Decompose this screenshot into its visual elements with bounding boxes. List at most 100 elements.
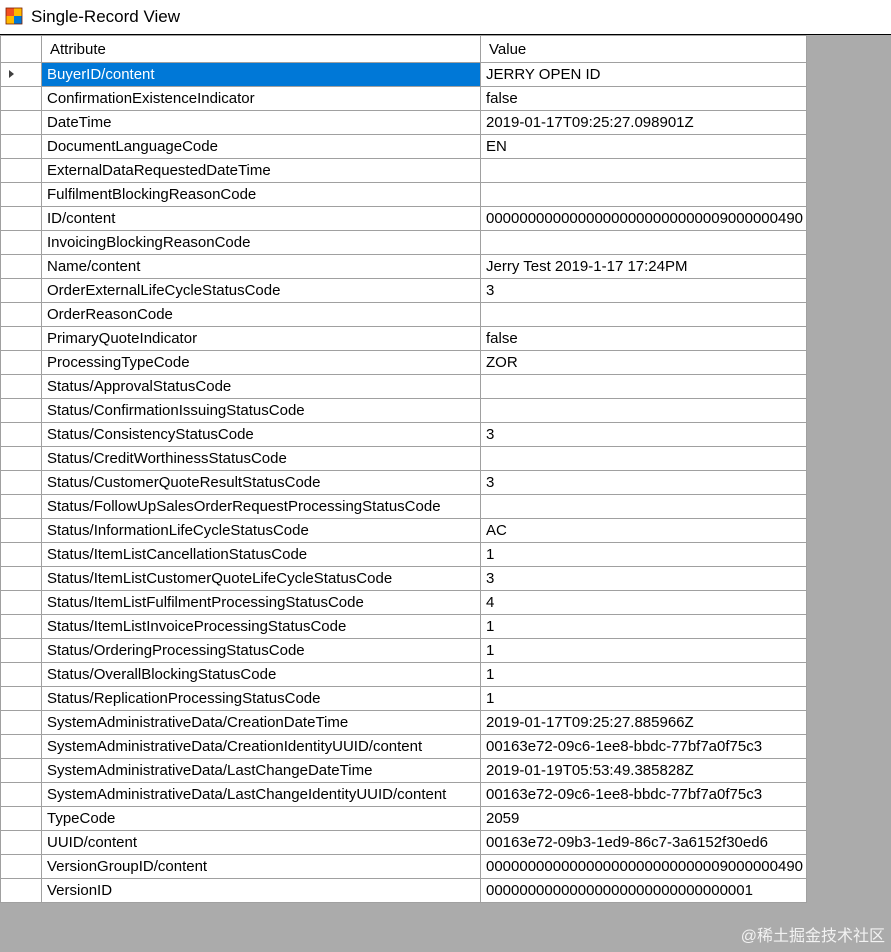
value-cell[interactable]: false: [480, 326, 807, 351]
attribute-cell[interactable]: Status/ConfirmationIssuingStatusCode: [41, 398, 481, 423]
value-cell[interactable]: [480, 494, 807, 519]
row-header-cell[interactable]: [0, 326, 42, 351]
table-row[interactable]: ProcessingTypeCode ZOR: [0, 350, 807, 375]
row-header-cell[interactable]: [0, 206, 42, 231]
table-row[interactable]: InvoicingBlockingReasonCode: [0, 230, 807, 255]
attribute-cell[interactable]: BuyerID/content: [41, 62, 481, 87]
table-row[interactable]: Status/ReplicationProcessingStatusCode 1: [0, 686, 807, 711]
table-row[interactable]: ConfirmationExistenceIndicator false: [0, 86, 807, 111]
table-row[interactable]: BuyerID/content JERRY OPEN ID: [0, 62, 807, 87]
value-cell[interactable]: [480, 302, 807, 327]
row-header-cell[interactable]: [0, 662, 42, 687]
row-header-cell[interactable]: [0, 182, 42, 207]
value-cell[interactable]: ZOR: [480, 350, 807, 375]
table-row[interactable]: Status/CreditWorthinessStatusCode: [0, 446, 807, 471]
value-cell[interactable]: 1: [480, 614, 807, 639]
row-header-cell[interactable]: [0, 566, 42, 591]
value-cell[interactable]: [480, 182, 807, 207]
title-bar[interactable]: Single-Record View: [0, 0, 891, 35]
attribute-cell[interactable]: SystemAdministrativeData/LastChangeDateT…: [41, 758, 481, 783]
attribute-cell[interactable]: Name/content: [41, 254, 481, 279]
value-cell[interactable]: 3: [480, 278, 807, 303]
attribute-cell[interactable]: Status/OrderingProcessingStatusCode: [41, 638, 481, 663]
row-header-cell[interactable]: [0, 758, 42, 783]
attribute-cell[interactable]: VersionGroupID/content: [41, 854, 481, 879]
row-header-cell[interactable]: [0, 230, 42, 255]
value-cell[interactable]: AC: [480, 518, 807, 543]
value-cell[interactable]: 4: [480, 590, 807, 615]
row-header-cell[interactable]: [0, 710, 42, 735]
table-row[interactable]: Status/ItemListFulfilmentProcessingStatu…: [0, 590, 807, 615]
row-header-cell[interactable]: [0, 686, 42, 711]
row-header-cell[interactable]: [0, 494, 42, 519]
row-header-cell[interactable]: [0, 518, 42, 543]
row-header-cell[interactable]: [0, 374, 42, 399]
table-row[interactable]: OrderExternalLifeCycleStatusCode 3: [0, 278, 807, 303]
table-row[interactable]: Name/content Jerry Test 2019-1-17 17:24PM: [0, 254, 807, 279]
column-header-attribute[interactable]: Attribute: [41, 35, 481, 63]
row-header-cell[interactable]: [0, 254, 42, 279]
value-cell[interactable]: 00163e72-09c6-1ee8-bbdc-77bf7a0f75c3: [480, 734, 807, 759]
attribute-cell[interactable]: DateTime: [41, 110, 481, 135]
table-row[interactable]: Status/FollowUpSalesOrderRequestProcessi…: [0, 494, 807, 519]
value-cell[interactable]: [480, 446, 807, 471]
table-row[interactable]: TypeCode 2059: [0, 806, 807, 831]
attribute-cell[interactable]: OrderExternalLifeCycleStatusCode: [41, 278, 481, 303]
table-row[interactable]: OrderReasonCode: [0, 302, 807, 327]
table-row[interactable]: Status/ConsistencyStatusCode 3: [0, 422, 807, 447]
table-row[interactable]: SystemAdministrativeData/LastChangeDateT…: [0, 758, 807, 783]
attribute-cell[interactable]: ExternalDataRequestedDateTime: [41, 158, 481, 183]
attribute-cell[interactable]: VersionID: [41, 878, 481, 903]
value-cell[interactable]: 00163e72-09c6-1ee8-bbdc-77bf7a0f75c3: [480, 782, 807, 807]
attribute-cell[interactable]: InvoicingBlockingReasonCode: [41, 230, 481, 255]
value-cell[interactable]: false: [480, 86, 807, 111]
attribute-cell[interactable]: Status/CustomerQuoteResultStatusCode: [41, 470, 481, 495]
attribute-cell[interactable]: SystemAdministrativeData/CreationIdentit…: [41, 734, 481, 759]
row-header-cell[interactable]: [0, 158, 42, 183]
value-cell[interactable]: 3: [480, 470, 807, 495]
row-header-cell[interactable]: [0, 830, 42, 855]
row-header-cell[interactable]: [0, 278, 42, 303]
attribute-cell[interactable]: Status/OverallBlockingStatusCode: [41, 662, 481, 687]
table-row[interactable]: DocumentLanguageCode EN: [0, 134, 807, 159]
row-header-cell[interactable]: [0, 878, 42, 903]
attribute-cell[interactable]: Status/ItemListCancellationStatusCode: [41, 542, 481, 567]
row-header-cell[interactable]: [0, 806, 42, 831]
value-cell[interactable]: 00000000000000000000000000009000000490: [480, 206, 807, 231]
value-cell[interactable]: 00000000000000000000000000000001: [480, 878, 807, 903]
value-cell[interactable]: 1: [480, 638, 807, 663]
table-row[interactable]: FulfilmentBlockingReasonCode: [0, 182, 807, 207]
value-cell[interactable]: [480, 374, 807, 399]
attribute-cell[interactable]: Status/ReplicationProcessingStatusCode: [41, 686, 481, 711]
value-cell[interactable]: [480, 158, 807, 183]
row-header-cell[interactable]: [0, 638, 42, 663]
attribute-cell[interactable]: Status/ItemListCustomerQuoteLifeCycleSta…: [41, 566, 481, 591]
row-header-cell[interactable]: [0, 470, 42, 495]
row-header-cell[interactable]: [0, 446, 42, 471]
value-cell[interactable]: 3: [480, 566, 807, 591]
value-cell[interactable]: [480, 398, 807, 423]
row-header-cell[interactable]: [0, 590, 42, 615]
attribute-cell[interactable]: Status/CreditWorthinessStatusCode: [41, 446, 481, 471]
row-header-cell[interactable]: [0, 302, 42, 327]
value-cell[interactable]: 2059: [480, 806, 807, 831]
value-cell[interactable]: EN: [480, 134, 807, 159]
table-row[interactable]: Status/ApprovalStatusCode: [0, 374, 807, 399]
row-header-cell[interactable]: [0, 86, 42, 111]
table-row[interactable]: Status/OrderingProcessingStatusCode 1: [0, 638, 807, 663]
value-cell[interactable]: 2019-01-17T09:25:27.885966Z: [480, 710, 807, 735]
attribute-cell[interactable]: Status/FollowUpSalesOrderRequestProcessi…: [41, 494, 481, 519]
row-header-cell[interactable]: [0, 854, 42, 879]
value-cell[interactable]: [480, 230, 807, 255]
table-row[interactable]: VersionGroupID/content 000000000000000000…: [0, 854, 807, 879]
attribute-cell[interactable]: ID/content: [41, 206, 481, 231]
row-header-cell[interactable]: [0, 542, 42, 567]
value-cell[interactable]: Jerry Test 2019-1-17 17:24PM: [480, 254, 807, 279]
attribute-cell[interactable]: PrimaryQuoteIndicator: [41, 326, 481, 351]
value-cell[interactable]: 2019-01-17T09:25:27.098901Z: [480, 110, 807, 135]
value-cell[interactable]: JERRY OPEN ID: [480, 62, 807, 87]
table-row[interactable]: VersionID 0000000000000000000000000000000…: [0, 878, 807, 903]
row-header-cell[interactable]: [0, 62, 42, 87]
table-row[interactable]: Status/ItemListCustomerQuoteLifeCycleSta…: [0, 566, 807, 591]
attribute-cell[interactable]: Status/ItemListInvoiceProcessingStatusCo…: [41, 614, 481, 639]
